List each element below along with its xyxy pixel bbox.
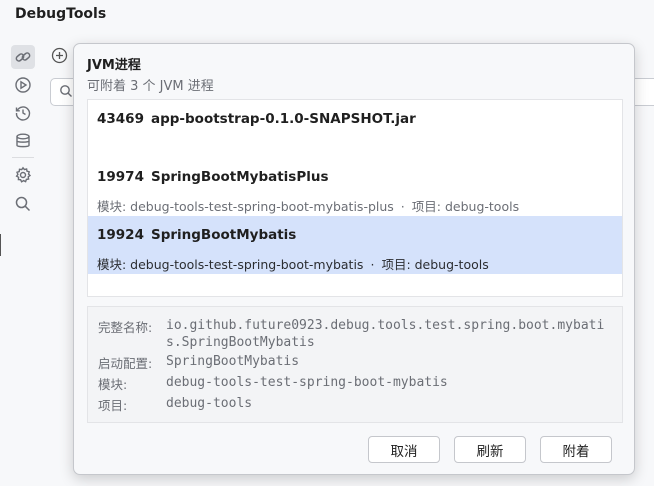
- plus-circle-icon: [51, 47, 67, 63]
- search-icon: [59, 84, 73, 103]
- process-title: 43469 app-bootstrap-0.1.0-SNAPSHOT.jar: [97, 111, 416, 127]
- process-title: 19974 SpringBootMybatisPlus: [97, 169, 329, 185]
- process-module: 模块: debug-tools-test-spring-boot-mybatis…: [97, 199, 394, 214]
- process-name: SpringBootMybatisPlus: [150, 169, 329, 185]
- detail-value: SpringBootMybatis: [166, 354, 300, 369]
- process-meta: 模块: debug-tools-test-spring-boot-mybatis…: [97, 254, 489, 273]
- link-button[interactable]: [11, 45, 35, 69]
- process-item-selected[interactable]: 19924 SpringBootMybatis 模块: debug-tools-t…: [88, 216, 622, 274]
- toolbar-divider: [12, 157, 34, 158]
- detail-label: 完整名称:: [98, 320, 153, 335]
- run-button[interactable]: [11, 73, 35, 97]
- detail-label: 项目:: [98, 398, 128, 413]
- separator-dot: ·: [370, 257, 375, 272]
- jvm-process-popup: JVM进程 可附着 3 个 JVM 进程 43469 app-bootstrap-…: [73, 43, 635, 475]
- process-details: 完整名称: io.github.future0923.debug.tools.t…: [87, 306, 623, 423]
- detail-value: debug-tools: [166, 396, 253, 411]
- database-button[interactable]: [11, 129, 35, 153]
- process-name: app-bootstrap-0.1.0-SNAPSHOT.jar: [150, 111, 416, 127]
- database-icon: [16, 133, 30, 148]
- search-icon: [15, 196, 31, 212]
- settings-button[interactable]: [11, 163, 35, 187]
- process-project: 项目: debug-tools: [411, 199, 520, 214]
- process-pid: 19974: [97, 169, 144, 185]
- detail-value: io.github.future0923.debug.tools.test.sp…: [166, 318, 605, 350]
- link-icon: [15, 52, 31, 62]
- panel-edge-marker: [0, 234, 3, 256]
- process-list: 43469 app-bootstrap-0.1.0-SNAPSHOT.jar 19…: [87, 99, 623, 297]
- process-item[interactable]: 19974 SpringBootMybatisPlus 模块: debug-too…: [88, 158, 622, 216]
- process-project: 项目: debug-tools: [381, 257, 489, 272]
- process-item[interactable]: 43469 app-bootstrap-0.1.0-SNAPSHOT.jar: [88, 100, 622, 158]
- process-title: 19924 SpringBootMybatis: [97, 227, 296, 243]
- attach-button[interactable]: 附着: [540, 436, 612, 463]
- cancel-button[interactable]: 取消: [368, 436, 440, 463]
- tool-window-title: DebugTools: [15, 6, 107, 22]
- gear-icon: [15, 166, 32, 183]
- left-toolbar: [0, 36, 46, 486]
- detail-label: 模块:: [98, 377, 128, 392]
- popup-title: JVM进程: [87, 58, 141, 73]
- refresh-button[interactable]: 刷新: [454, 436, 526, 463]
- process-pid: 19924: [97, 227, 144, 243]
- process-module: 模块: debug-tools-test-spring-boot-mybatis: [97, 257, 364, 272]
- process-pid: 43469: [97, 111, 144, 127]
- detail-value: debug-tools-test-spring-boot-mybatis: [166, 375, 448, 390]
- process-name: SpringBootMybatis: [150, 227, 297, 243]
- popup-subtitle: 可附着 3 个 JVM 进程: [87, 79, 214, 94]
- add-button[interactable]: [50, 46, 68, 64]
- detail-label: 启动配置:: [98, 356, 153, 371]
- history-button[interactable]: [11, 101, 35, 125]
- play-circle-icon: [15, 77, 31, 93]
- search-button[interactable]: [11, 192, 35, 216]
- process-meta: 模块: debug-tools-test-spring-boot-mybatis…: [97, 196, 519, 215]
- history-icon: [15, 106, 31, 121]
- separator-dot: ·: [400, 199, 405, 214]
